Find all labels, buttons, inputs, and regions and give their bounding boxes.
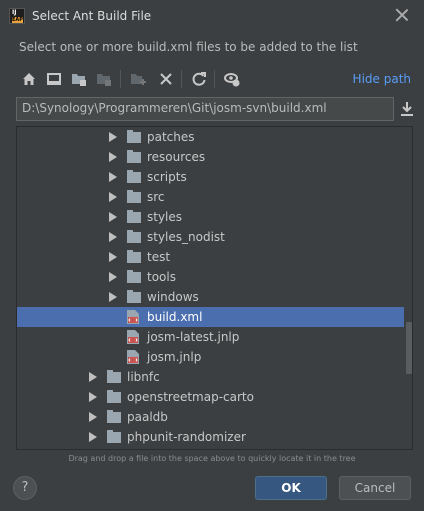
folder-icon	[127, 270, 141, 283]
ok-button[interactable]: OK	[255, 476, 327, 500]
tree-item-label: libnfc	[127, 370, 160, 384]
folder-icon	[107, 410, 121, 423]
tree-file-row[interactable]: josm.jnlp	[17, 347, 404, 367]
tree-folder-row[interactable]: tools	[17, 267, 404, 287]
download-icon[interactable]	[400, 101, 414, 117]
folder-icon	[127, 290, 141, 303]
folder-icon	[127, 250, 141, 263]
tree-item-label: tools	[147, 270, 176, 284]
ant-file-icon	[127, 330, 139, 344]
tree-folder-row[interactable]: paaldb	[17, 407, 404, 427]
folder-icon	[127, 190, 141, 203]
expand-arrow-icon[interactable]	[109, 212, 117, 222]
folder-icon	[127, 130, 141, 143]
tree-item-label: resources	[147, 150, 206, 164]
dialog-title: Select Ant Build File	[32, 9, 152, 23]
refresh-icon[interactable]	[189, 69, 209, 89]
new-folder-icon[interactable]	[128, 69, 148, 89]
expand-arrow-icon[interactable]	[109, 292, 117, 302]
expand-arrow-icon[interactable]	[109, 152, 117, 162]
home-icon[interactable]	[19, 69, 39, 89]
desktop-icon[interactable]	[44, 69, 64, 89]
folder-icon	[127, 230, 141, 243]
tree-item-label: josm-latest.jnlp	[147, 330, 240, 344]
tree-folder-row[interactable]: openstreetmap-carto	[17, 387, 404, 407]
help-button[interactable]: ?	[13, 476, 37, 500]
tree-folder-row[interactable]: styles_nodist	[17, 227, 404, 247]
folder-icon	[107, 390, 121, 403]
tree-folder-row[interactable]: windows	[17, 287, 404, 307]
dialog-description: Select one or more build.xml files to be…	[19, 40, 358, 54]
project-folder-icon[interactable]	[69, 69, 89, 89]
hide-path-link[interactable]: Hide path	[353, 72, 411, 86]
tree-item-label: styles	[147, 210, 183, 224]
toolbar-separator	[214, 70, 215, 88]
file-tree[interactable]: patches resources scripts src styles styles_n…	[16, 126, 413, 450]
tree-folder-row[interactable]: patches	[17, 127, 404, 147]
expand-arrow-icon[interactable]	[109, 132, 117, 142]
close-icon[interactable]	[394, 7, 410, 23]
tree-folder-row[interactable]: styles	[17, 207, 404, 227]
tree-file-row[interactable]: josm-latest.jnlp	[17, 327, 404, 347]
delete-icon[interactable]	[156, 69, 176, 89]
tree-item-label: styles_nodist	[147, 230, 225, 244]
tree-folder-row[interactable]: libnfc	[17, 367, 404, 387]
tree-item-label: windows	[147, 290, 199, 304]
scroll-thumb[interactable]	[406, 322, 412, 374]
tree-item-label: test	[147, 250, 171, 264]
tree-item-label: build.xml	[147, 310, 203, 324]
ant-file-icon	[127, 310, 139, 324]
tree-folder-row[interactable]: src	[17, 187, 404, 207]
tree-item-label: src	[147, 190, 165, 204]
tree-item-label: scripts	[147, 170, 187, 184]
tree-item-label: openstreetmap-carto	[127, 390, 254, 404]
toolbar-separator	[181, 70, 182, 88]
show-hidden-icon[interactable]	[222, 69, 242, 89]
expand-arrow-icon[interactable]	[89, 392, 97, 402]
folder-icon	[127, 170, 141, 183]
folder-icon	[127, 210, 141, 223]
tree-item-label: paaldb	[127, 410, 168, 424]
folder-icon	[127, 150, 141, 163]
tree-folder-row[interactable]: resources	[17, 147, 404, 167]
tree-item-label: patches	[147, 130, 195, 144]
cancel-button[interactable]: Cancel	[339, 476, 411, 500]
expand-arrow-icon[interactable]	[89, 372, 97, 382]
drag-drop-hint: Drag and drop a file into the space abov…	[68, 454, 356, 463]
tree-item-label: josm.jnlp	[147, 350, 202, 364]
tree-folder-row[interactable]: phpunit-randomizer	[17, 427, 404, 447]
file-chooser-toolbar: Hide path	[16, 67, 411, 91]
path-field[interactable]: D:\Synology\Programmeren\Git\josm-svn\bu…	[16, 97, 394, 121]
vertical-scrollbar[interactable]	[404, 127, 412, 449]
expand-arrow-icon[interactable]	[109, 192, 117, 202]
tree-folder-row[interactable]: scripts	[17, 167, 404, 187]
module-folder-icon[interactable]	[94, 69, 114, 89]
path-row: D:\Synology\Programmeren\Git\josm-svn\bu…	[16, 97, 416, 121]
expand-arrow-icon[interactable]	[109, 272, 117, 282]
intellij-logo-icon: IJ EAP	[9, 8, 25, 24]
expand-arrow-icon[interactable]	[89, 432, 97, 442]
folder-icon	[107, 370, 121, 383]
ant-file-icon	[127, 350, 139, 364]
expand-arrow-icon[interactable]	[109, 252, 117, 262]
toolbar-separator	[120, 70, 121, 88]
tree-folder-row[interactable]: test	[17, 247, 404, 267]
expand-arrow-icon[interactable]	[109, 232, 117, 242]
folder-icon	[107, 430, 121, 443]
expand-arrow-icon[interactable]	[109, 172, 117, 182]
title-bar: IJ EAP Select Ant Build File	[0, 0, 424, 33]
tree-file-row[interactable]: build.xml	[17, 307, 404, 327]
tree-item-label: phpunit-randomizer	[127, 430, 246, 444]
expand-arrow-icon[interactable]	[89, 412, 97, 422]
